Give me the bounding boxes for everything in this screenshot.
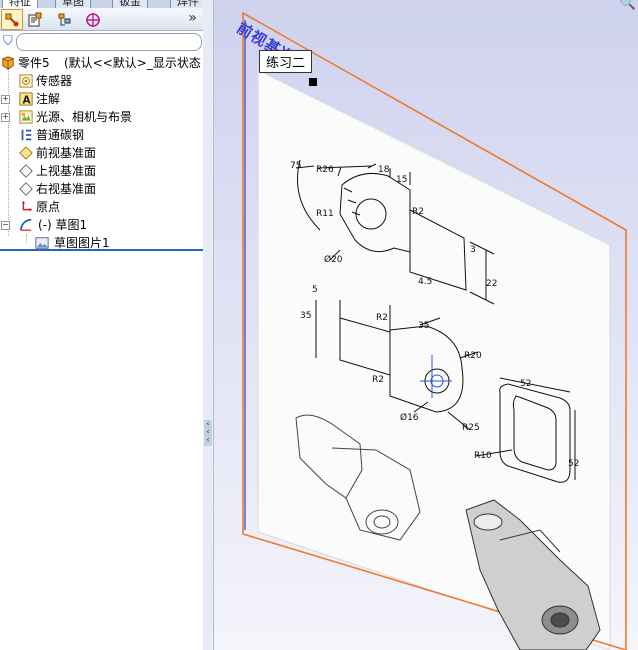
dim-22: 22 xyxy=(486,279,497,289)
dim-18: 18 xyxy=(378,165,390,175)
dim-52-b: 52 xyxy=(568,459,579,469)
dim-75: 75 xyxy=(290,161,301,171)
dim-15: 15 xyxy=(396,175,407,185)
dim-r20: R20 xyxy=(464,351,482,361)
dim-r10: R10 xyxy=(474,451,492,461)
dim-r2-a: R2 xyxy=(412,207,424,217)
dim-35-a: 35 xyxy=(300,311,311,321)
dim-r11: R11 xyxy=(316,209,334,219)
dim-r2-c: R2 xyxy=(372,375,384,385)
exercise-label: 练习二 xyxy=(259,50,313,73)
dim-52-a: 52 xyxy=(520,379,531,389)
dim-r2-b: R2 xyxy=(376,313,388,323)
dim-r26: R26 xyxy=(316,165,334,175)
dim-3: 3 xyxy=(470,245,476,255)
dim-5: 5 xyxy=(312,285,318,295)
label-marker xyxy=(309,78,317,86)
dim-r25: R25 xyxy=(462,423,480,433)
dim-4-5: 4.5 xyxy=(418,277,432,287)
dim-phi20: Ø20 xyxy=(324,254,343,265)
viewport-drawing: R26 18 15 75 R11 R2 Ø20 3 4.5 22 5 35 R2… xyxy=(242,11,627,650)
dim-phi16: Ø16 xyxy=(400,412,419,423)
dim-35-b: 35 xyxy=(418,321,429,331)
